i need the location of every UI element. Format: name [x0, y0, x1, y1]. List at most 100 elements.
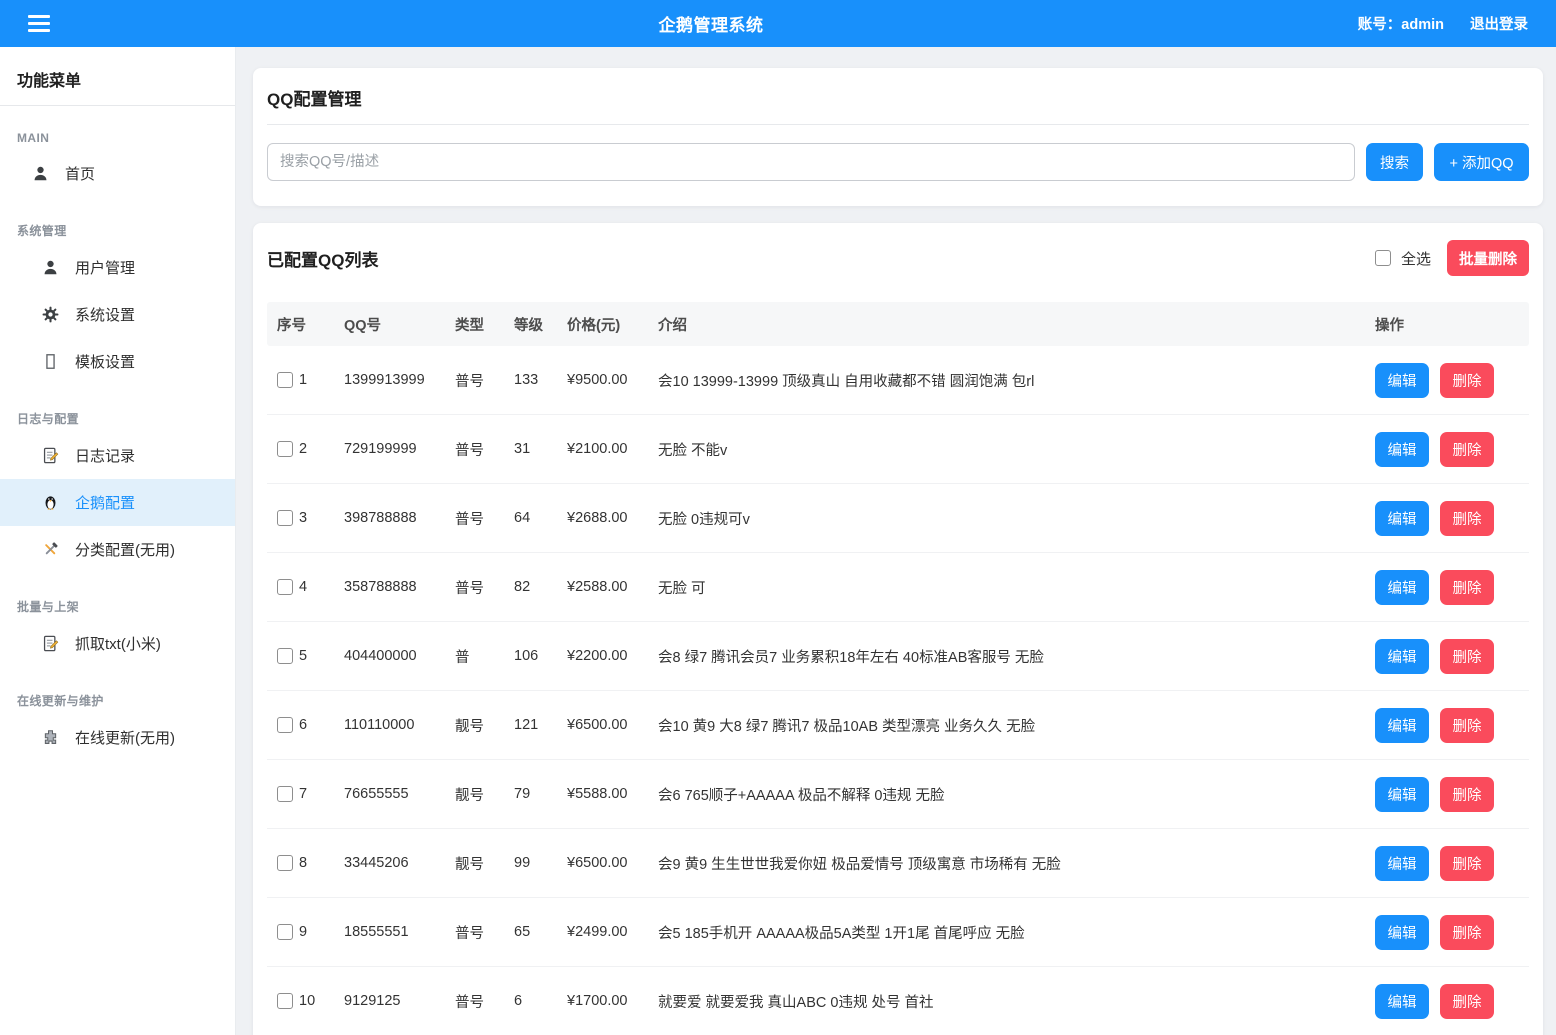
- qq-description: 会10 13999-13999 顶级真山 自用收藏都不错 圆润饱满 包rl: [658, 370, 1375, 391]
- column-header: 价格(元): [567, 314, 658, 335]
- actions-cell: 编辑 删除: [1375, 639, 1529, 674]
- delete-button[interactable]: 删除: [1440, 432, 1494, 467]
- table-row: 6 110110000 靓号 121 ¥6500.00 会10 黄9 大8 绿7…: [267, 691, 1529, 760]
- qq-price: ¥6500.00: [567, 717, 658, 733]
- edit-button[interactable]: 编辑: [1375, 846, 1429, 881]
- edit-button[interactable]: 编辑: [1375, 501, 1429, 536]
- qq-number: 9129125: [344, 993, 455, 1009]
- column-header: 等级: [514, 314, 567, 335]
- edit-button[interactable]: 编辑: [1375, 708, 1429, 743]
- index-cell: 7: [267, 786, 344, 802]
- edit-button[interactable]: 编辑: [1375, 432, 1429, 467]
- row-checkbox[interactable]: [277, 717, 293, 733]
- delete-button[interactable]: 删除: [1440, 639, 1494, 674]
- row-checkbox[interactable]: [277, 924, 293, 940]
- actions-cell: 编辑 删除: [1375, 984, 1529, 1019]
- search-row: 搜索 + 添加QQ: [267, 143, 1529, 189]
- table-row: 1 1399913999 普号 133 ¥9500.00 会10 13999-1…: [267, 346, 1529, 415]
- delete-button[interactable]: 删除: [1440, 363, 1494, 398]
- edit-button[interactable]: 编辑: [1375, 363, 1429, 398]
- edit-button[interactable]: 编辑: [1375, 570, 1429, 605]
- sidebar-item-2-1[interactable]: 企鹅配置: [0, 479, 235, 526]
- edit-button[interactable]: 编辑: [1375, 777, 1429, 812]
- delete-button[interactable]: 删除: [1440, 915, 1494, 950]
- delete-button[interactable]: 删除: [1440, 708, 1494, 743]
- qq-number: 33445206: [344, 855, 455, 871]
- edit-button[interactable]: 编辑: [1375, 639, 1429, 674]
- qq-type: 普号: [455, 439, 514, 460]
- sidebar-item-label: 分类配置(无用): [75, 539, 175, 560]
- config-card: QQ配置管理 搜索 + 添加QQ: [253, 68, 1543, 206]
- memo-icon: [40, 446, 60, 466]
- qq-type: 靓号: [455, 853, 514, 874]
- sidebar-item-3-0[interactable]: 抓取txt(小米): [0, 620, 235, 667]
- gear-icon: [40, 305, 60, 325]
- row-index: 5: [299, 648, 307, 664]
- batch-delete-button[interactable]: 批量删除: [1447, 240, 1529, 276]
- sidebar-item-1-0[interactable]: 用户管理: [0, 244, 235, 291]
- sidebar-item-0-0[interactable]: 首页: [0, 150, 235, 197]
- row-checkbox[interactable]: [277, 579, 293, 595]
- select-all-checkbox[interactable]: [1375, 250, 1391, 266]
- delete-button[interactable]: 删除: [1440, 984, 1494, 1019]
- table-row: 4 358788888 普号 82 ¥2588.00 无脸 可 编辑 删除: [267, 553, 1529, 622]
- qq-type: 靓号: [455, 715, 514, 736]
- sidebar-item-label: 用户管理: [75, 257, 135, 278]
- index-cell: 9: [267, 924, 344, 940]
- select-all-label: 全选: [1401, 248, 1431, 269]
- delete-button[interactable]: 删除: [1440, 846, 1494, 881]
- sidebar-item-4-0[interactable]: 在线更新(无用): [0, 714, 235, 761]
- delete-button[interactable]: 删除: [1440, 777, 1494, 812]
- row-checkbox[interactable]: [277, 372, 293, 388]
- qq-number: 18555551: [344, 924, 455, 940]
- logout-link[interactable]: 退出登录: [1470, 13, 1528, 34]
- qq-price: ¥2688.00: [567, 510, 658, 526]
- sidebar-item-2-0[interactable]: 日志记录: [0, 432, 235, 479]
- qq-number: 76655555: [344, 786, 455, 802]
- sidebar-section-label: MAIN: [0, 106, 235, 150]
- row-index: 1: [299, 372, 307, 388]
- tools-icon: [40, 540, 60, 560]
- table-body: 1 1399913999 普号 133 ¥9500.00 会10 13999-1…: [267, 346, 1529, 1035]
- qq-level: 133: [514, 372, 567, 388]
- sidebar-item-2-2[interactable]: 分类配置(无用): [0, 526, 235, 573]
- divider: [267, 124, 1529, 125]
- search-button[interactable]: 搜索: [1366, 143, 1423, 181]
- column-header: 类型: [455, 314, 514, 335]
- qq-description: 无脸 0违规可v: [658, 508, 1375, 529]
- edit-button[interactable]: 编辑: [1375, 984, 1429, 1019]
- delete-button[interactable]: 删除: [1440, 570, 1494, 605]
- sidebar-section: 系统管理用户管理系统设置模板设置: [0, 197, 235, 385]
- qq-level: 6: [514, 993, 567, 1009]
- sidebar-section-label: 在线更新与维护: [0, 667, 235, 714]
- row-checkbox[interactable]: [277, 786, 293, 802]
- row-checkbox[interactable]: [277, 441, 293, 457]
- qq-type: 普号: [455, 370, 514, 391]
- hamburger-menu-icon[interactable]: [28, 15, 50, 32]
- qq-description: 会8 绿7 腾讯会员7 业务累积18年左右 40标准AB客服号 无脸: [658, 646, 1375, 667]
- row-checkbox[interactable]: [277, 510, 293, 526]
- row-checkbox[interactable]: [277, 993, 293, 1009]
- actions-cell: 编辑 删除: [1375, 708, 1529, 743]
- sidebar: 功能菜单 MAIN首页系统管理用户管理系统设置模板设置日志与配置日志记录企鹅配置…: [0, 47, 236, 1035]
- search-input[interactable]: [267, 143, 1355, 181]
- sidebar-item-label: 企鹅配置: [75, 492, 135, 513]
- row-checkbox[interactable]: [277, 855, 293, 871]
- qq-type: 靓号: [455, 784, 514, 805]
- qq-description: 会6 765顺子+AAAAA 极品不解释 0违规 无脸: [658, 784, 1375, 805]
- sidebar-item-1-2[interactable]: 模板设置: [0, 338, 235, 385]
- row-checkbox[interactable]: [277, 648, 293, 664]
- row-index: 8: [299, 855, 307, 871]
- sidebar-item-1-1[interactable]: 系统设置: [0, 291, 235, 338]
- qq-type: 普号: [455, 577, 514, 598]
- user-icon: [40, 258, 60, 278]
- delete-button[interactable]: 删除: [1440, 501, 1494, 536]
- qq-description: 会10 黄9 大8 绿7 腾讯7 极品10AB 类型漂亮 业务久久 无脸: [658, 715, 1375, 736]
- add-qq-button[interactable]: + 添加QQ: [1434, 143, 1529, 181]
- sidebar-section-label: 批量与上架: [0, 573, 235, 620]
- qq-level: 64: [514, 510, 567, 526]
- edit-button[interactable]: 编辑: [1375, 915, 1429, 950]
- sidebar-section: MAIN首页: [0, 106, 235, 197]
- actions-cell: 编辑 删除: [1375, 501, 1529, 536]
- qq-number: 358788888: [344, 579, 455, 595]
